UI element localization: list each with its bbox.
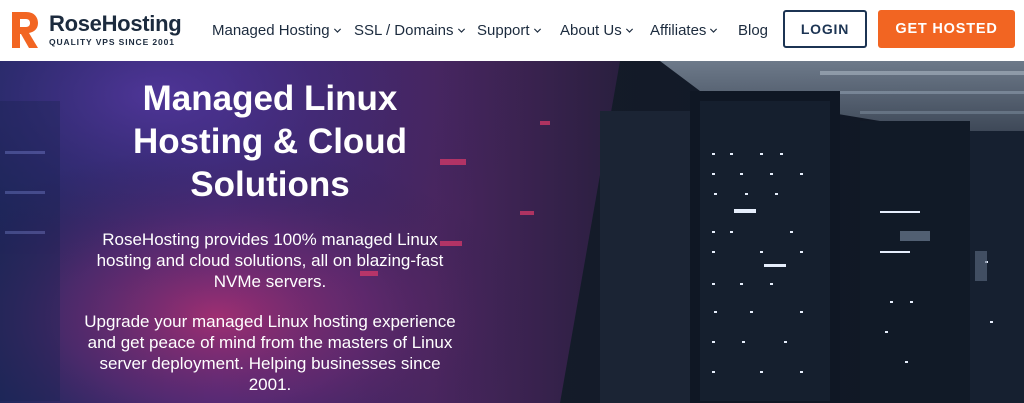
chevron-down-icon [457,28,465,33]
chevron-down-icon [533,28,541,33]
nav-about-us[interactable]: About Us [560,20,634,40]
hero-subdescription-line: server deployment. Helping businesses si… [99,354,441,373]
nav-affiliates[interactable]: Affiliates [650,20,718,40]
nav-label: Affiliates [650,21,707,39]
hero-title-line: Managed Linux [142,79,398,118]
nav-ssl-domains[interactable]: SSL / Domains [354,20,466,40]
nav-blog[interactable]: Blog [738,20,768,40]
chevron-down-icon [333,28,341,33]
nav-label: SSL / Domains [354,21,454,39]
logo[interactable]: RoseHosting QUALITY VPS SINCE 2001 [9,7,199,53]
logo-tagline: QUALITY VPS SINCE 2001 [49,37,175,47]
hero-subdescription: Upgrade your managed Linux hosting exper… [60,311,480,395]
hero-description-line: hosting and cloud solutions, all on blaz… [96,251,444,270]
rose-logo-icon [12,12,38,48]
site-header: RoseHosting QUALITY VPS SINCE 2001 Manag… [0,0,1024,61]
nav-managed-hosting[interactable]: Managed Hosting [212,20,342,40]
hero-subdescription-line: and get peace of mind from the masters o… [87,333,453,352]
nav-label: Managed Hosting [212,21,330,39]
hero-section: Managed Linux Hosting & Cloud Solutions … [0,61,1024,403]
chevron-down-icon [625,28,633,33]
nav-label: About Us [560,21,622,39]
logo-name: RoseHosting [49,11,182,36]
nav-support[interactable]: Support [477,20,542,40]
hero-subdescription-line: 2001. [248,375,292,394]
get-hosted-button[interactable]: GET HOSTED [878,10,1015,48]
hero-description-line: RoseHosting provides 100% managed Linux [102,230,438,249]
hero-description-line: NVMe servers. [213,272,327,291]
nav-label: Blog [738,21,769,39]
hero-subdescription-line: Upgrade your managed Linux hosting exper… [84,312,456,331]
hero-title-line: Solutions [190,165,350,204]
login-button[interactable]: LOGIN [783,10,867,48]
hero-description: RoseHosting provides 100% managed Linux … [60,229,480,292]
nav-label: Support [477,21,530,39]
hero-title: Managed Linux Hosting & Cloud Solutions [60,77,480,206]
chevron-down-icon [710,28,718,33]
hero-title-line: Hosting & Cloud [132,122,408,161]
